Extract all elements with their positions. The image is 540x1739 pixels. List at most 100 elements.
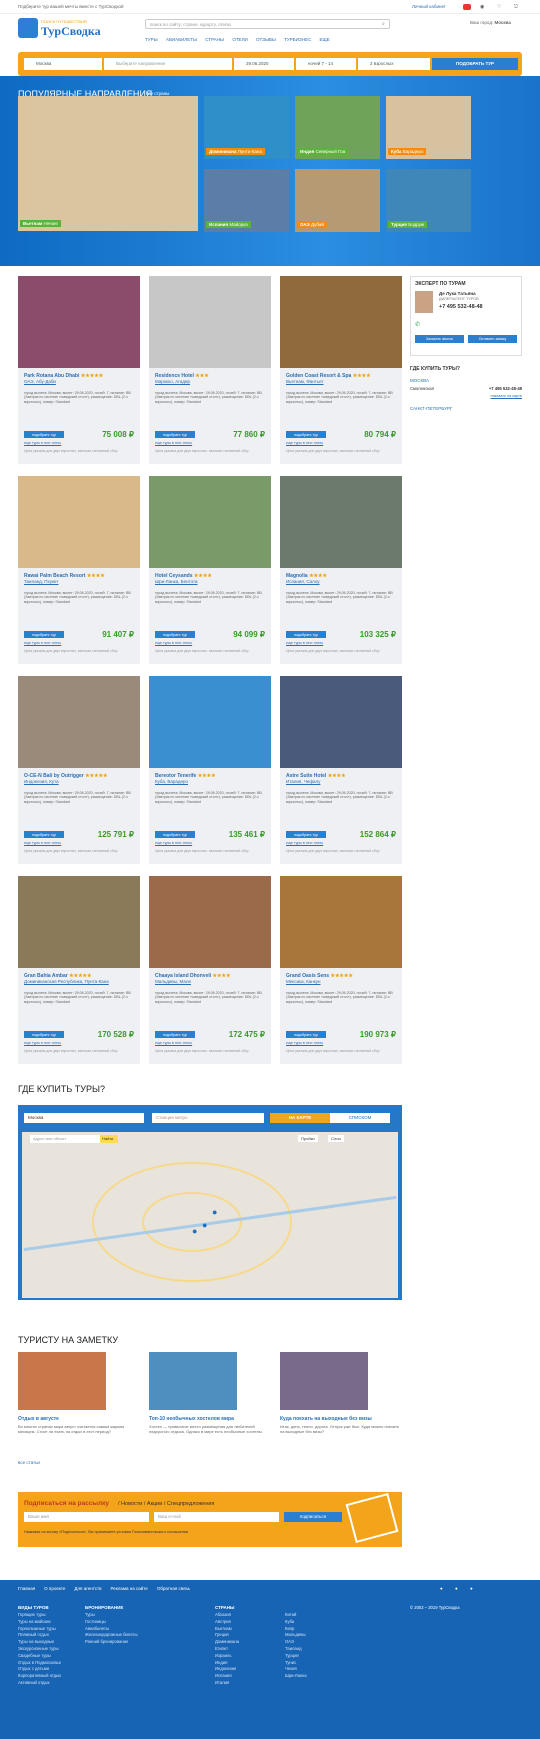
from-field[interactable]: Москва	[24, 58, 102, 70]
footer-link[interactable]: Главная	[18, 1586, 35, 1591]
traffic-button[interactable]: Пробки	[298, 1135, 318, 1142]
hotel-card[interactable]: Magnolia ★★★★ Испания, Салоу город вылета:…	[280, 476, 402, 664]
city-select[interactable]: Москва	[24, 1113, 144, 1123]
nav-hotels[interactable]: ОТЕЛИ	[232, 37, 247, 42]
find-tour-button[interactable]: подобрать тур	[24, 631, 64, 638]
hotel-location[interactable]: Индонезия, Кута	[24, 779, 59, 784]
footer-item[interactable]: Австрия	[215, 1619, 239, 1626]
hotel-location[interactable]: ОАЭ, Абу-Даби	[24, 379, 56, 384]
hotel-photo[interactable]	[18, 876, 140, 968]
leave-request-button[interactable]: Оставить заявку	[468, 335, 517, 343]
hotel-card[interactable]: Astre Suite Hotel ★★★★ Италия, Чефалу горо…	[280, 676, 402, 864]
hotel-location[interactable]: Испания, Салоу	[286, 579, 320, 584]
map-find-button[interactable]: Найти	[100, 1135, 118, 1143]
article-title[interactable]: Топ-10 необычных хостелов мира	[149, 1416, 234, 1422]
user-cabinet-link[interactable]: Личный кабинет	[412, 4, 446, 9]
search-icon[interactable]: ⌕	[382, 21, 385, 27]
nav-more[interactable]: ЕЩЕ	[319, 37, 329, 42]
find-tour-button[interactable]: подобрать тур	[155, 631, 195, 638]
people-field[interactable]: 2 взрослых	[358, 58, 430, 70]
destination-tile[interactable]: Турция Бодрум	[386, 169, 471, 232]
email-input[interactable]: Ваш e-mail	[154, 1512, 279, 1522]
hotel-photo[interactable]	[18, 476, 140, 568]
hotel-card[interactable]: Gran Bahia Ambar ★★★★★ Доминиканская Респ…	[18, 876, 140, 1064]
tab-list[interactable]: СПИСКОМ	[330, 1113, 390, 1123]
map-pin-icon[interactable]: ●	[192, 1226, 197, 1236]
map-pin-icon[interactable]: ●	[202, 1220, 207, 1230]
city-moscow[interactable]: МОСКВА	[410, 378, 522, 383]
hotel-location[interactable]: Мексика, Канкун	[286, 979, 321, 984]
hotel-photo[interactable]	[280, 676, 402, 768]
hotel-card[interactable]: Grand Oasis Sens ★★★★★ Мексика, Канкун гор…	[280, 876, 402, 1064]
footer-item[interactable]: Китай	[285, 1612, 307, 1619]
hotel-location[interactable]: Мальдивы, Мале	[155, 979, 191, 984]
more-tours-link[interactable]: еще туры в этот отель	[24, 841, 61, 845]
footer-item[interactable]: Шри-Ланка	[285, 1673, 307, 1680]
find-tour-button[interactable]: подобрать тур	[286, 631, 326, 638]
footer-item[interactable]: Экскурсионные туры	[18, 1646, 61, 1653]
article-image[interactable]	[280, 1352, 368, 1410]
hotel-card[interactable]: O-CE-N Bali by Outrigger ★★★★★ Индонезия,…	[18, 676, 140, 864]
footer-item[interactable]: Гостиницы	[85, 1619, 137, 1626]
footer-item[interactable]: Израиль	[215, 1653, 239, 1660]
hotel-location[interactable]: Италия, Чефалу	[286, 779, 320, 784]
city-spb[interactable]: САНКТ-ПЕТЕРБУРГ	[410, 406, 522, 411]
hotel-location[interactable]: Вьетнам, Фантьет	[286, 379, 324, 384]
hotel-photo[interactable]	[18, 676, 140, 768]
footer-item[interactable]: Горнолыжные туры	[18, 1626, 61, 1633]
footer-item[interactable]: Чехия	[285, 1666, 307, 1673]
call-back-button[interactable]: Заказать звонок	[415, 335, 464, 343]
hotel-photo[interactable]	[149, 276, 271, 368]
city-selector[interactable]: Ваш город: Москва	[470, 20, 511, 25]
whatsapp-icon[interactable]: ✆	[415, 321, 420, 328]
find-tour-button[interactable]: ПОДОБРАТЬ ТУР	[432, 58, 518, 70]
expert-phone[interactable]: +7 495 532-48-48	[439, 304, 483, 310]
nav-reviews[interactable]: ОТЗЫВЫ	[256, 37, 276, 42]
hotel-location[interactable]: Куба, Варадеро	[155, 779, 188, 784]
hotel-card[interactable]: Bereotor Tenerife ★★★★ Куба, Варадеро горо…	[149, 676, 271, 864]
destination-tile[interactable]: Индия Северный Гоа	[295, 96, 380, 159]
social-icon[interactable]: ●	[440, 1586, 443, 1591]
subscribe-button[interactable]: подписаться	[284, 1512, 342, 1522]
footer-item[interactable]: Туры	[85, 1612, 137, 1619]
find-tour-button[interactable]: подобрать тур	[155, 1031, 195, 1038]
more-tours-link[interactable]: еще туры в этот отель	[155, 1041, 192, 1045]
footer-item[interactable]: Отдых в Подмосковье	[18, 1660, 61, 1667]
hotel-location[interactable]: Доминиканская Республика, Пунта-Кана	[24, 979, 109, 984]
hotel-location[interactable]: Таиланд, Пхукет	[24, 579, 58, 584]
city-map[interactable]: Адрес или объект Найти Пробки Слои ● ● ●	[22, 1132, 398, 1298]
more-tours-link[interactable]: еще туры в этот отель	[155, 441, 192, 445]
more-tours-link[interactable]: еще туры в этот отель	[24, 641, 61, 645]
more-tours-link[interactable]: еще туры в этот отель	[24, 1041, 61, 1045]
more-tours-link[interactable]: еще туры в этот отель	[286, 441, 323, 445]
footer-item[interactable]: Вьетнам	[215, 1626, 239, 1633]
login-icon[interactable]: ⎋	[514, 4, 518, 10]
heart-icon[interactable]: ♡	[497, 4, 501, 10]
metro-select[interactable]: Станция метро	[152, 1113, 264, 1123]
footer-item[interactable]: Испания	[215, 1673, 239, 1680]
logo[interactable]: ПОИСК ПУТЕШЕСТВИЙ ТурСводка	[18, 18, 106, 44]
destination-field[interactable]: Выберите направление	[104, 58, 232, 70]
article-image[interactable]	[18, 1352, 106, 1410]
article-title[interactable]: Куда поехать на выходные без визы	[280, 1416, 372, 1422]
find-tour-button[interactable]: подобрать тур	[155, 431, 195, 438]
footer-item[interactable]: Туры на майские	[18, 1619, 61, 1626]
hotel-photo[interactable]	[149, 876, 271, 968]
hotel-card[interactable]: Hotel Ceysands ★★★★ Шри-Ланка, Бентота гор…	[149, 476, 271, 664]
footer-item[interactable]: Греция	[215, 1632, 239, 1639]
hotel-photo[interactable]	[280, 476, 402, 568]
nav-avia[interactable]: АВИАБИЛЕТЫ	[166, 37, 197, 42]
eye-icon[interactable]: ◉	[480, 4, 484, 10]
more-tours-link[interactable]: еще туры в этот отель	[24, 441, 61, 445]
footer-item[interactable]: Активный отдых	[18, 1680, 61, 1687]
footer-item[interactable]: Доминикана	[215, 1639, 239, 1646]
more-tours-link[interactable]: еще туры в этот отель	[286, 1041, 323, 1045]
footer-item[interactable]: Отдых с детьми	[18, 1666, 61, 1673]
destination-tile[interactable]: Испания Майорка	[204, 169, 289, 232]
layers-button[interactable]: Слои	[328, 1135, 344, 1142]
hotel-location[interactable]: Марокко, Агадир	[155, 379, 190, 384]
footer-link[interactable]: Реклама на сайте	[110, 1586, 147, 1591]
footer-item[interactable]: Пляжный отдых	[18, 1632, 61, 1639]
hotel-photo[interactable]	[18, 276, 140, 368]
footer-item[interactable]: Корпоративный отдых	[18, 1673, 61, 1680]
